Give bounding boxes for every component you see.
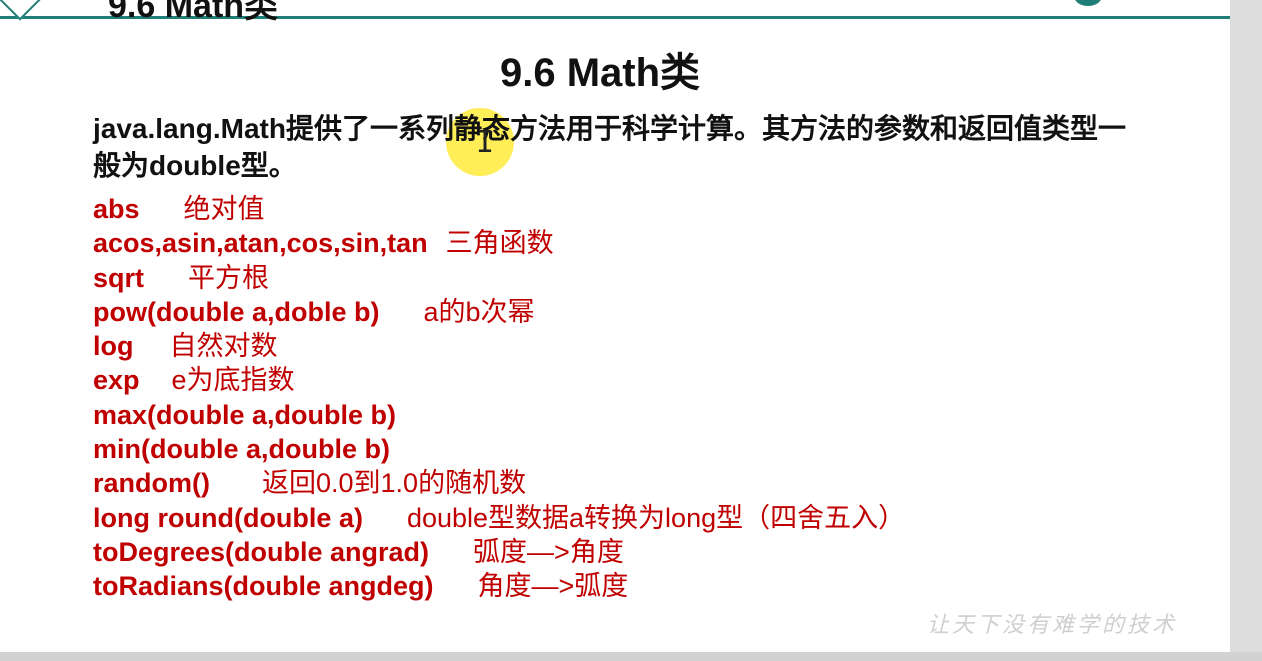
intro-text: java.lang.Math提供了一系列静态方法用于科学计算。其方法的参数和返回…	[93, 113, 1126, 181]
method-name: toRadians(double angdeg)	[93, 571, 434, 602]
method-desc: double型数据a转换为long型（四舍五入）	[406, 502, 906, 533]
method-desc: 弧度—>角度	[473, 536, 624, 567]
list-item: abs 绝对值	[93, 192, 905, 226]
list-item: random() 返回0.0到1.0的随机数	[93, 466, 905, 500]
list-item: pow(double a,doble b) a的b次幂	[93, 295, 905, 329]
method-desc: e为底指数	[171, 365, 295, 396]
circle-decoration-icon	[1074, 0, 1102, 6]
method-desc: 平方根	[188, 262, 270, 293]
method-name: long round(double a)	[93, 502, 363, 533]
diamond-decoration-icon	[0, 0, 43, 21]
method-desc: a的b次幂	[423, 296, 535, 327]
list-item: long round(double a) double型数据a转换为long型（四…	[93, 501, 905, 535]
watermark: 让天下没有难学的技术	[927, 613, 1178, 638]
text-cursor-icon: I	[476, 125, 495, 160]
list-item: min(double a,double b)	[93, 432, 905, 466]
method-desc: 返回0.0到1.0的随机数	[262, 468, 527, 499]
header-title: 9.6 Math类	[108, 0, 279, 25]
slide: 9.6 Math类 9.6 Math类 java.lang.Math提供了一系列…	[0, 0, 1230, 652]
method-desc: 三角函数	[445, 228, 554, 259]
list-item: exp e为底指数	[93, 363, 905, 397]
method-name: exp	[93, 365, 140, 396]
header-strip: 9.6 Math类	[0, 0, 1230, 25]
method-name: sqrt	[93, 262, 145, 293]
method-name: acos,asin,atan,cos,sin,tan	[93, 228, 428, 259]
list-item: log 自然对数	[93, 329, 905, 363]
method-name: log	[93, 331, 134, 362]
list-item: toDegrees(double angrad) 弧度—>角度	[93, 535, 905, 569]
method-name: max(double a,double b)	[93, 399, 397, 430]
method-list: abs 绝对值 acos,asin,atan,cos,sin,tan 三角函数 sq…	[93, 192, 905, 604]
method-name: toDegrees(double angrad)	[93, 536, 430, 567]
window-bottom-bar	[0, 652, 1262, 661]
window-right-gutter	[1230, 0, 1262, 661]
method-desc: 绝对值	[183, 194, 265, 224]
list-item: acos,asin,atan,cos,sin,tan 三角函数	[93, 226, 905, 260]
method-desc: 角度—>弧度	[477, 571, 629, 602]
slide-title: 9.6 Math类	[499, 51, 701, 95]
method-desc: 自然对数	[169, 331, 278, 362]
list-item: sqrt 平方根	[93, 261, 905, 295]
method-name: min(double a,double b)	[93, 434, 390, 465]
method-name: abs	[93, 194, 140, 224]
list-item: toRadians(double angdeg) 角度—>弧度	[93, 569, 905, 603]
method-name: pow(double a,doble b)	[93, 296, 380, 327]
list-item: max(double a,double b)	[93, 398, 905, 432]
method-name: random()	[93, 468, 210, 499]
